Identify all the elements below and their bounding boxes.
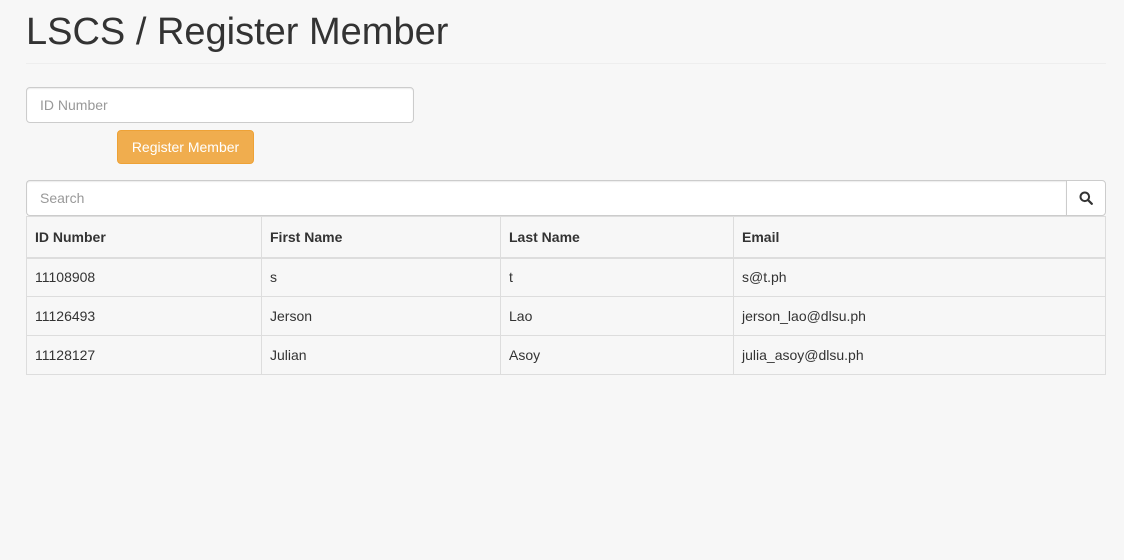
column-header-email: Email xyxy=(733,216,1106,259)
page-title: LSCS / Register Member xyxy=(26,11,449,53)
table-row: 11128127 Julian Asoy julia_asoy@dlsu.ph xyxy=(26,335,1106,375)
cell-email: s@t.ph xyxy=(733,257,1106,297)
cell-id-number: 11108908 xyxy=(26,257,262,297)
table-header-row: ID Number First Name Last Name Email xyxy=(26,216,1106,259)
search-input[interactable] xyxy=(26,180,1066,216)
cell-id-number: 11128127 xyxy=(26,335,262,375)
cell-email: julia_asoy@dlsu.ph xyxy=(733,335,1106,375)
search-group xyxy=(26,180,1106,216)
search-button[interactable] xyxy=(1066,180,1106,216)
cell-id-number: 11126493 xyxy=(26,296,262,336)
cell-first-name: Julian xyxy=(261,335,501,375)
page-header: LSCS / Register Member xyxy=(26,0,1106,64)
column-header-last-name: Last Name xyxy=(500,216,734,259)
cell-first-name: s xyxy=(261,257,501,297)
column-header-first-name: First Name xyxy=(261,216,501,259)
id-number-input[interactable] xyxy=(26,87,414,123)
table-row: 11108908 s t s@t.ph xyxy=(26,257,1106,297)
cell-first-name: Jerson xyxy=(261,296,501,336)
column-header-id-number: ID Number xyxy=(26,216,262,259)
members-table: ID Number First Name Last Name Email 111… xyxy=(26,216,1106,375)
page: LSCS / Register Member Register Member I… xyxy=(0,0,1124,560)
cell-last-name: Asoy xyxy=(500,335,734,375)
cell-last-name: t xyxy=(500,257,734,297)
cell-email: jerson_lao@dlsu.ph xyxy=(733,296,1106,336)
search-icon xyxy=(1079,191,1093,205)
table-row: 11126493 Jerson Lao jerson_lao@dlsu.ph xyxy=(26,296,1106,336)
cell-last-name: Lao xyxy=(500,296,734,336)
register-member-button[interactable]: Register Member xyxy=(117,130,254,164)
